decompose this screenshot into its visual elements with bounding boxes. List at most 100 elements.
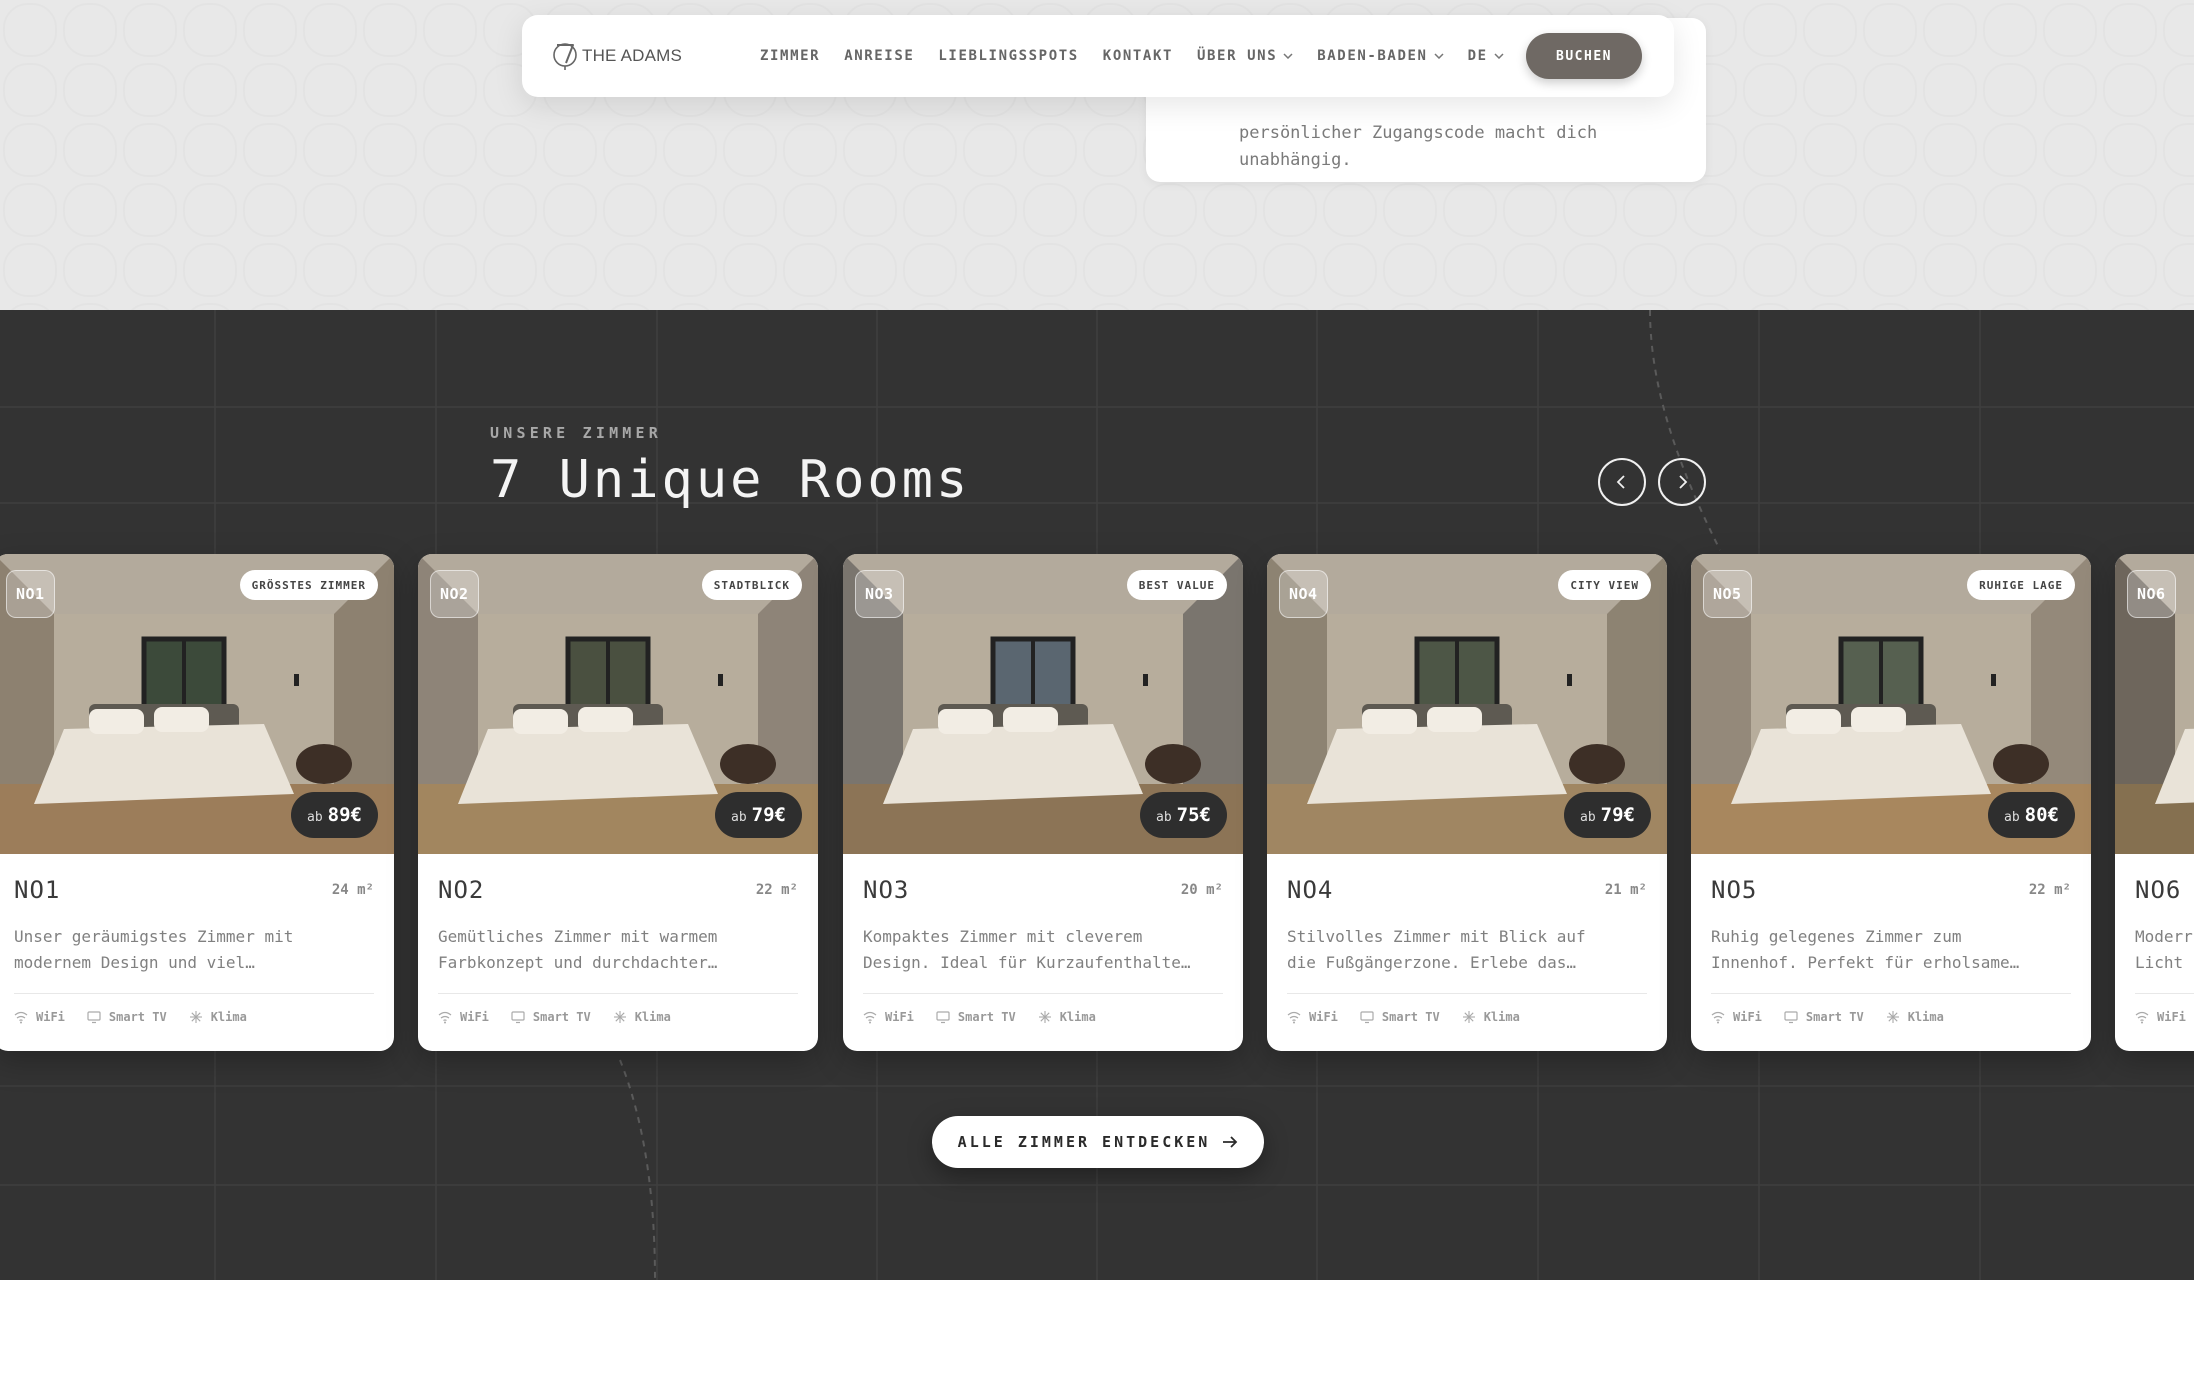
wifi-icon — [863, 1011, 877, 1024]
chevron-left-icon — [1616, 475, 1625, 489]
room-number-badge: NO3 — [855, 570, 904, 618]
amenity-label: Klima — [1907, 1010, 1944, 1024]
room-description-line: Stilvolles Zimmer mit Blick auf — [1287, 927, 1586, 946]
tv-icon — [1360, 1011, 1374, 1024]
room-size: 20 m² — [1180, 882, 1223, 898]
nav-link-kontakt[interactable]: KONTAKT — [1103, 48, 1173, 64]
amenity-item: WiFi — [1711, 1010, 1762, 1024]
room-card-no4[interactable]: NO4 CITY VIEW ab 79€ NO4 21 m² Stilvolles Zi… — [1267, 554, 1667, 1051]
room-price: ab 80€ — [1988, 792, 2075, 838]
section-heading: 7 Unique Rooms — [490, 450, 971, 510]
nav-link-label: ZIMMER — [760, 48, 821, 64]
room-image: NO3 BEST VALUE ab 75€ — [843, 554, 1243, 854]
room-title: NO6 — [2135, 876, 2182, 904]
rooms-section: UNSERE ZIMMER 7 Unique Rooms NO1 GRÖSSTES… — [0, 310, 2194, 1280]
room-description-line: Innenhof. Perfekt für erholsame… — [1711, 953, 2020, 972]
room-description-line: Unser geräumigstes Zimmer mit — [14, 927, 294, 946]
room-card-no1[interactable]: NO1 GRÖSSTES ZIMMER ab 89€ NO1 24 m² Unser g… — [0, 554, 394, 1051]
book-button[interactable]: BUCHEN — [1526, 33, 1642, 79]
room-card-no2[interactable]: NO2 STADTBLICK ab 79€ NO2 22 m² Gemütliches … — [418, 554, 818, 1051]
nav-link-label: LIEBLINGSSPOTS — [938, 48, 1079, 64]
snowflake-icon — [1886, 1011, 1899, 1023]
room-tag: BEST VALUE — [1126, 570, 1227, 600]
price-value: 79€ — [1600, 804, 1635, 826]
room-card-no5[interactable]: NO5 RUHIGE LAGE ab 80€ NO5 22 m² Ruhig geleg… — [1691, 554, 2091, 1051]
card-divider — [438, 993, 798, 994]
room-image: NO4 CITY VIEW ab 79€ — [1267, 554, 1667, 854]
room-description: Unser geräumigstes Zimmer mit modernem D… — [14, 924, 374, 976]
room-number-badge: NO1 — [6, 570, 55, 618]
amenity-item: WiFi — [1287, 1010, 1338, 1024]
card-divider — [1287, 993, 1647, 994]
room-price: ab 79€ — [1564, 792, 1651, 838]
all-rooms-button[interactable]: ALLE ZIMMER ENTDECKEN — [932, 1116, 1264, 1168]
chevron-down-icon — [1434, 53, 1444, 59]
amenity-label: WiFi — [1309, 1010, 1338, 1024]
room-price: ab 79€ — [715, 792, 802, 838]
room-card-no6[interactable]: NO6 NO6 Moderr Licht WiFi — [2115, 554, 2194, 1051]
room-description-line: Moderr — [2135, 927, 2193, 946]
tv-icon — [511, 1011, 525, 1024]
arrow-right-icon — [1223, 1136, 1238, 1148]
amenity-label: WiFi — [36, 1010, 65, 1024]
wifi-icon — [14, 1011, 28, 1024]
amenity-item: WiFi — [438, 1010, 489, 1024]
amenity-item: Klima — [189, 1010, 247, 1024]
price-value: 79€ — [751, 804, 786, 826]
room-amenities: WiFi Smart TV Klima — [1287, 1010, 1542, 1024]
main-navbar: THE ADAMS ZIMMER ANREISE LIEBLINGSSPOTS … — [522, 15, 1674, 97]
card-divider — [1711, 993, 2071, 994]
amenity-label: WiFi — [2157, 1010, 2186, 1024]
room-image: NO5 RUHIGE LAGE ab 80€ — [1691, 554, 2091, 854]
section-eyebrow: UNSERE ZIMMER — [490, 424, 662, 442]
amenity-item: Smart TV — [936, 1010, 1016, 1024]
amenity-item: Klima — [1462, 1010, 1520, 1024]
price-prefix: ab — [307, 810, 323, 825]
nav-link-baden-baden[interactable]: BADEN-BADEN — [1317, 48, 1444, 64]
amenity-item: Klima — [613, 1010, 671, 1024]
room-amenities: WiFi Smart TV Klima — [1711, 1010, 1966, 1024]
brand-name: THE ADAMS — [582, 46, 683, 65]
room-amenities: WiFi Smart TV Klima — [438, 1010, 693, 1024]
carousel-next-button[interactable] — [1658, 458, 1706, 506]
room-price: ab 89€ — [291, 792, 378, 838]
nav-link-label: KONTAKT — [1102, 48, 1173, 64]
nav-link-label: ANREISE — [844, 48, 915, 64]
room-number-badge: NO4 — [1279, 570, 1328, 618]
amenity-item: WiFi — [863, 1010, 914, 1024]
room-image: NO2 STADTBLICK ab 79€ — [418, 554, 818, 854]
carousel-prev-button[interactable] — [1598, 458, 1646, 506]
amenity-item: Smart TV — [87, 1010, 167, 1024]
key-7-icon — [553, 43, 577, 70]
amenity-item: WiFi — [2135, 1010, 2186, 1024]
brand-logo[interactable]: THE ADAMS — [552, 41, 682, 71]
room-card-no3[interactable]: NO3 BEST VALUE ab 75€ NO3 20 m² Kompaktes Zi… — [843, 554, 1243, 1051]
room-description-line: Gemütliches Zimmer mit warmem — [438, 927, 718, 946]
amenity-label: WiFi — [460, 1010, 489, 1024]
nav-link-anreise[interactable]: ANREISE — [844, 48, 914, 64]
tv-icon — [1784, 1011, 1798, 1024]
card-divider — [14, 993, 374, 994]
room-title: NO5 — [1711, 876, 1758, 904]
all-rooms-button-label: ALLE ZIMMER ENTDECKEN — [957, 1133, 1211, 1151]
info-text: persönlicher Zugangscode macht dich unab… — [1239, 120, 1659, 174]
wifi-icon — [1711, 1011, 1725, 1024]
nav-link-lieblingsspots[interactable]: LIEBLINGSSPOTS — [938, 48, 1078, 64]
nav-link-zimmer[interactable]: ZIMMER — [760, 48, 820, 64]
price-prefix: ab — [731, 810, 747, 825]
room-description: Kompaktes Zimmer mit cleverem Design. Id… — [863, 924, 1223, 976]
room-tag: GRÖSSTES ZIMMER — [239, 570, 378, 600]
amenity-item: Smart TV — [1784, 1010, 1864, 1024]
language-selector[interactable]: DE — [1468, 48, 1504, 64]
room-title: NO1 — [14, 876, 61, 904]
room-description-line: Licht — [2135, 953, 2184, 972]
room-description-line: modernem Design und viel… — [14, 953, 255, 972]
snowflake-icon — [1462, 1011, 1475, 1023]
nav-link-ueber-uns[interactable]: ÜBER UNS — [1197, 48, 1293, 64]
amenity-item: Smart TV — [1360, 1010, 1440, 1024]
price-value: 80€ — [2024, 804, 2059, 826]
price-value: 75€ — [1176, 804, 1211, 826]
room-description-line: Design. Ideal für Kurzaufenthalte… — [863, 953, 1191, 972]
room-description-line: Ruhig gelegenes Zimmer zum — [1711, 927, 1962, 946]
amenity-label: Smart TV — [532, 1010, 591, 1024]
